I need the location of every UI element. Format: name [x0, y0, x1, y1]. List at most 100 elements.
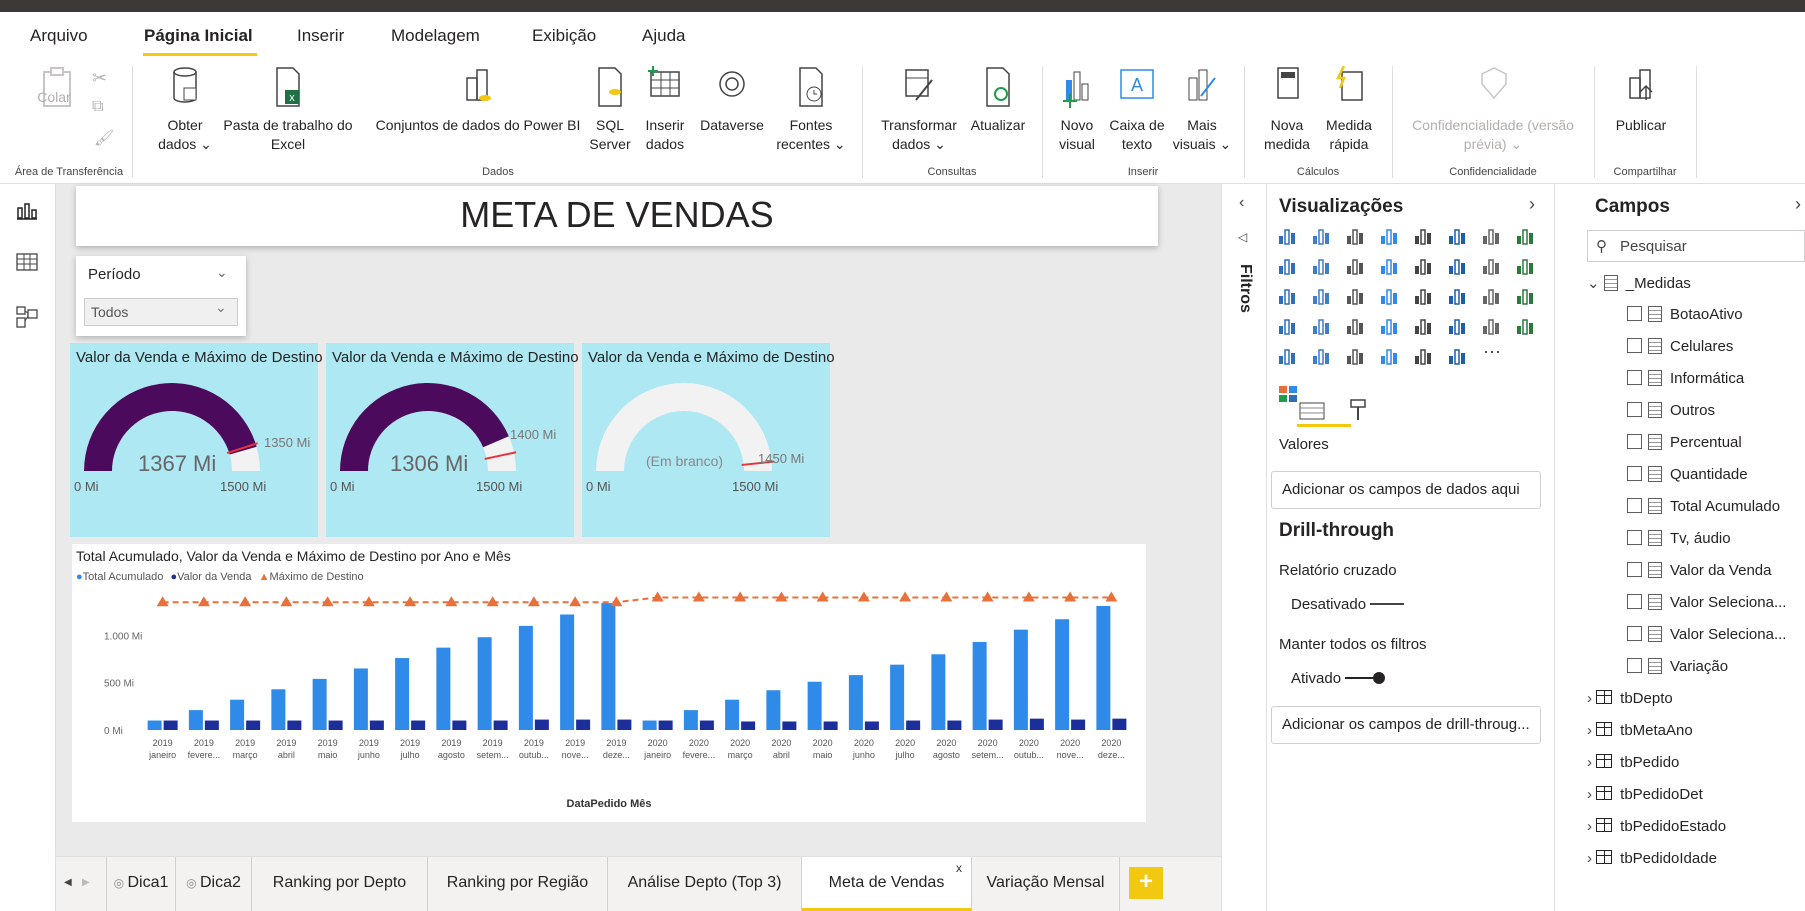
visual-type-icon[interactable] [1515, 256, 1539, 278]
cut-icon[interactable]: ✂ [92, 68, 107, 89]
sql-server-button[interactable]: SQL Server [584, 64, 636, 154]
marker-maximo-destino[interactable] [610, 596, 623, 607]
model-view-icon[interactable] [16, 306, 38, 328]
checkbox-icon[interactable] [1627, 466, 1642, 481]
field-measure-item[interactable]: Celulares [1627, 338, 1733, 355]
bar-total-acumulado[interactable] [601, 603, 616, 730]
checkbox-icon[interactable] [1627, 594, 1642, 609]
visual-type-icon[interactable] [1515, 226, 1539, 248]
menu-inserir[interactable]: Inserir [297, 26, 344, 46]
marker-maximo-destino[interactable] [899, 591, 912, 602]
menu-modelagem[interactable]: Modelagem [391, 26, 480, 46]
visual-type-icon[interactable] [1277, 256, 1301, 278]
bar-valor-venda[interactable] [1029, 718, 1044, 730]
bar-valor-venda[interactable] [452, 720, 467, 730]
marker-maximo-destino[interactable] [940, 591, 953, 602]
checkbox-icon[interactable] [1627, 626, 1642, 641]
bar-total-acumulado[interactable] [230, 699, 245, 730]
bar-valor-venda[interactable] [1112, 718, 1127, 730]
bar-valor-venda[interactable] [782, 721, 797, 730]
bar-total-acumulado[interactable] [395, 658, 410, 730]
field-measure-item[interactable]: Valor Seleciona... [1627, 626, 1786, 643]
bar-total-acumulado[interactable] [848, 675, 863, 730]
bar-valor-venda[interactable] [741, 721, 756, 730]
bar-valor-venda[interactable] [493, 720, 508, 730]
visual-type-icon[interactable] [1379, 286, 1403, 308]
bar-valor-venda[interactable] [1071, 719, 1086, 730]
bar-total-acumulado[interactable] [147, 720, 162, 730]
visual-type-icon[interactable] [1413, 256, 1437, 278]
chevron-right-icon[interactable]: › [1529, 194, 1535, 215]
bar-total-acumulado[interactable] [312, 678, 327, 730]
bar-valor-venda[interactable] [699, 720, 714, 730]
bar-total-acumulado[interactable] [1055, 619, 1070, 730]
pbi-datasets-button[interactable]: Conjuntos de dados do Power BI [374, 64, 582, 135]
checkbox-icon[interactable] [1627, 338, 1642, 353]
bar-total-acumulado[interactable] [683, 710, 698, 730]
visual-type-icon[interactable] [1481, 316, 1505, 338]
bar-total-acumulado[interactable] [188, 710, 203, 730]
filters-pane-collapsed[interactable]: ‹ ◁ Filtros [1221, 184, 1267, 911]
visual-type-icon[interactable] [1277, 346, 1301, 368]
bar-valor-venda[interactable] [411, 720, 426, 730]
chevron-right-icon[interactable]: › [1795, 194, 1801, 215]
search-input[interactable]: Pesquisar [1620, 238, 1687, 255]
bar-valor-venda[interactable] [204, 720, 219, 730]
visual-type-icon[interactable] [1311, 256, 1335, 278]
chevron-down-icon[interactable]: ⌄ [1587, 275, 1604, 292]
field-measure-item[interactable]: Valor Seleciona... [1627, 594, 1786, 611]
field-measure-item[interactable]: Tv, áudio [1627, 530, 1731, 547]
bar-valor-venda[interactable] [328, 720, 343, 730]
bar-total-acumulado[interactable] [436, 647, 451, 730]
tab-meta-vendas[interactable]: Meta de Vendas [802, 857, 972, 911]
bar-valor-venda[interactable] [823, 721, 838, 730]
visual-type-icon[interactable] [1413, 286, 1437, 308]
bar-total-acumulado[interactable] [1096, 605, 1111, 730]
visual-type-icon[interactable] [1345, 256, 1369, 278]
menu-pagina-inicial[interactable]: Página Inicial [144, 26, 253, 46]
new-visual-button[interactable]: Novo visual [1052, 64, 1102, 154]
chevron-right-icon[interactable]: › [1587, 818, 1596, 835]
excel-button[interactable]: x Pasta de trabalho do Excel [220, 64, 356, 154]
visual-type-icon[interactable] [1379, 346, 1403, 368]
bar-total-acumulado[interactable] [560, 614, 575, 730]
visual-type-icon[interactable] [1481, 286, 1505, 308]
next-page-icon[interactable]: ▶ [82, 877, 90, 888]
more-visuals-button[interactable]: Mais visuais ⌄ [1172, 64, 1232, 154]
field-table-item[interactable]: › tbPedidoDet [1587, 786, 1703, 803]
bar-valor-venda[interactable] [988, 719, 1003, 730]
visual-type-icon[interactable] [1345, 226, 1369, 248]
checkbox-icon[interactable] [1627, 530, 1642, 545]
marker-maximo-destino[interactable] [569, 596, 582, 607]
field-table-item[interactable]: › tbMetaAno [1587, 722, 1693, 739]
bar-total-acumulado[interactable] [807, 681, 822, 730]
combo-chart-card[interactable]: Total Acumulado, Valor da Venda e Máximo… [72, 544, 1146, 822]
prev-page-icon[interactable]: ◀ [64, 877, 72, 888]
visual-type-icon[interactable] [1379, 256, 1403, 278]
visual-type-icon[interactable] [1345, 346, 1369, 368]
bar-total-acumulado[interactable] [1013, 629, 1028, 730]
marker-maximo-destino[interactable] [280, 596, 293, 607]
bar-total-acumulado[interactable] [725, 699, 740, 730]
more-visuals-icon[interactable]: ⋯ [1483, 342, 1507, 364]
bar-valor-venda[interactable] [576, 719, 591, 730]
text-box-button[interactable]: A Caixa de texto [1106, 64, 1168, 154]
chevron-left-icon[interactable]: ‹ [1239, 194, 1244, 212]
close-tab-icon[interactable]: x [956, 861, 962, 875]
field-table-item[interactable]: › tbPedidoEstado [1587, 818, 1726, 835]
tab-ranking-depto[interactable]: Ranking por Depto [252, 857, 428, 911]
visual-type-icon[interactable] [1447, 226, 1471, 248]
cross-report-toggle[interactable]: Desativado [1291, 596, 1405, 613]
visual-type-icon[interactable] [1345, 286, 1369, 308]
gauge-card-2[interactable]: Valor da Venda e Máximo de Destino 1306 … [326, 343, 579, 537]
visual-type-icon[interactable] [1379, 316, 1403, 338]
slicer-dropdown[interactable]: Todos ⌄ [84, 298, 238, 326]
visual-type-icon[interactable] [1413, 346, 1437, 368]
bar-total-acumulado[interactable] [271, 689, 286, 730]
bar-total-acumulado[interactable] [890, 664, 905, 730]
menu-ajuda[interactable]: Ajuda [642, 26, 685, 46]
chevron-right-icon[interactable]: › [1587, 786, 1596, 803]
field-table-item[interactable]: › tbPedido [1587, 754, 1679, 771]
recent-sources-button[interactable]: Fontes recentes ⌄ [774, 64, 848, 154]
bar-valor-venda[interactable] [947, 720, 962, 730]
